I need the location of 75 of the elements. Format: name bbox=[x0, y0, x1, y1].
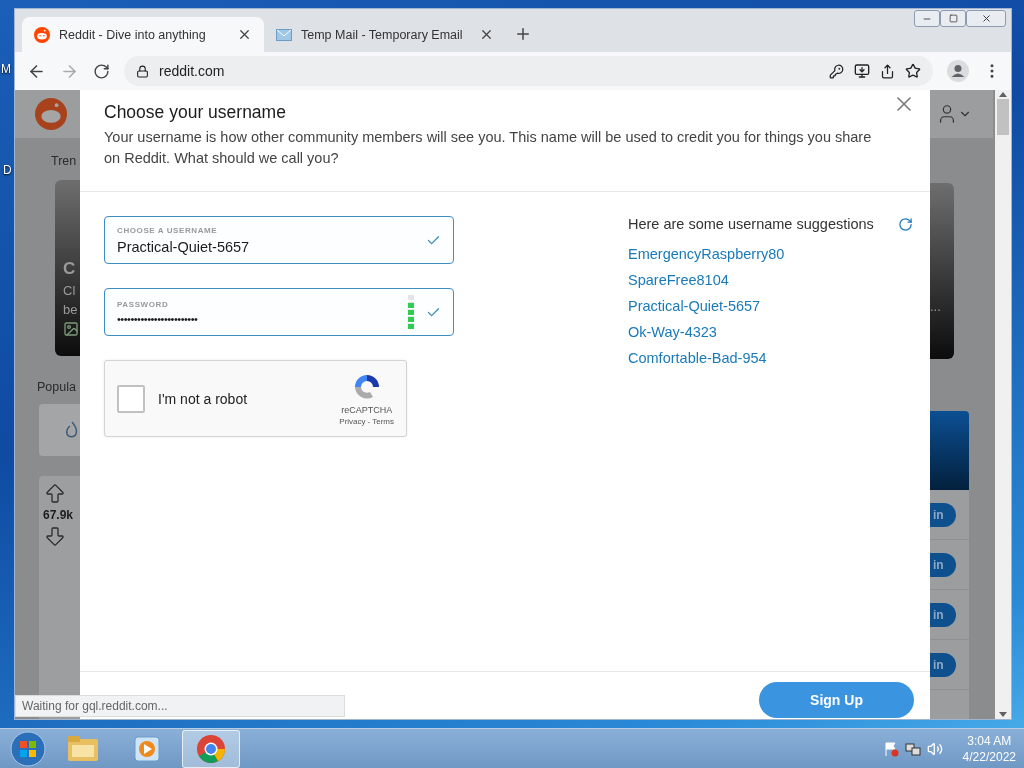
field-label: CHOOSE A USERNAME bbox=[117, 225, 219, 235]
image-icon bbox=[63, 321, 79, 337]
join-button[interactable]: in bbox=[930, 502, 956, 527]
reddit-logo-icon[interactable] bbox=[35, 98, 67, 130]
field-label: PASSWORD bbox=[117, 299, 170, 309]
close-icon bbox=[980, 13, 992, 24]
flag-icon[interactable] bbox=[882, 740, 899, 757]
upvote-icon[interactable] bbox=[43, 482, 67, 506]
refresh-icon[interactable] bbox=[898, 216, 913, 232]
sign-up-button[interactable]: Sign Up bbox=[759, 681, 914, 718]
username-suggestion[interactable]: Ok-Way-4323 bbox=[628, 322, 717, 342]
dialog-description: Your username is how other community members will see you. This name will be used to credit you for things you share on Reddit. What should we call you? bbox=[104, 128, 873, 168]
terms-link[interactable]: Terms bbox=[372, 417, 394, 426]
bookmark-star-icon[interactable] bbox=[905, 63, 921, 79]
scroll-down-icon[interactable] bbox=[999, 712, 1007, 717]
card-text: be bbox=[63, 302, 78, 317]
join-button[interactable]: in bbox=[930, 552, 956, 577]
downvote-icon[interactable] bbox=[43, 524, 67, 548]
folder-icon[interactable] bbox=[67, 734, 99, 763]
browser-tab[interactable]: Temp Mail - Temporary Email bbox=[264, 17, 506, 52]
maximize-icon bbox=[948, 14, 958, 23]
section-heading: Tren bbox=[51, 154, 77, 168]
clock[interactable]: 3:04 AM 4/22/2022 bbox=[962, 732, 1016, 765]
clock-time: 3:04 AM bbox=[967, 732, 1012, 749]
new-tab-icon[interactable] bbox=[514, 25, 532, 43]
username-suggestion[interactable]: EmergencyRaspberry80 bbox=[628, 244, 785, 264]
desktop-icon-label[interactable]: D bbox=[3, 163, 12, 177]
privacy-link[interactable]: Privacy bbox=[339, 417, 366, 426]
media-player-icon[interactable] bbox=[133, 734, 161, 763]
close-window-button[interactable] bbox=[966, 10, 1006, 27]
captcha-checkbox[interactable] bbox=[117, 384, 145, 413]
profile-icon[interactable] bbox=[947, 60, 969, 82]
captcha-label: I'm not a robot bbox=[158, 390, 249, 407]
browser-tab[interactable]: Reddit - Dive into anything bbox=[22, 17, 264, 52]
section-heading: Popula bbox=[37, 380, 76, 394]
captcha-brand: reCAPTCHA bbox=[341, 405, 393, 415]
join-button[interactable]: in bbox=[930, 602, 956, 627]
username-suggestion[interactable]: SpareFree8104 bbox=[628, 270, 729, 290]
close-tab-icon[interactable] bbox=[237, 27, 252, 42]
vote-count: 67.9k bbox=[43, 508, 74, 522]
card-text: Cl bbox=[63, 283, 76, 298]
clock-date: 4/22/2022 bbox=[962, 748, 1016, 765]
scrollbar[interactable] bbox=[995, 90, 1011, 719]
share-icon[interactable] bbox=[880, 63, 895, 79]
suggestions-heading: Here are some username suggestions bbox=[628, 216, 874, 232]
dialog-title: Choose your username bbox=[104, 102, 287, 123]
maximize-button[interactable] bbox=[940, 10, 966, 27]
username-field[interactable]: CHOOSE A USERNAME Practical-Quiet-5657 bbox=[104, 216, 454, 264]
mail-icon bbox=[276, 28, 292, 41]
status-bubble: Waiting for gql.reddit.com... bbox=[15, 695, 345, 717]
join-button[interactable]: in bbox=[930, 652, 956, 677]
minimize-button[interactable] bbox=[914, 10, 940, 27]
username-suggestion[interactable]: Comfortable-Bad-954 bbox=[628, 348, 767, 368]
lock-icon bbox=[136, 64, 149, 78]
install-icon[interactable] bbox=[854, 63, 870, 79]
separator: - bbox=[367, 417, 371, 426]
key-icon[interactable] bbox=[829, 63, 844, 79]
scroll-thumb[interactable] bbox=[997, 99, 1009, 135]
username-suggestion[interactable]: Practical-Quiet-5657 bbox=[628, 296, 761, 316]
field-value: Practical-Quiet-5657 bbox=[117, 238, 251, 255]
network-icon[interactable] bbox=[904, 740, 921, 757]
field-value: •••••••••••••••••••••••• bbox=[117, 312, 199, 325]
close-tab-icon[interactable] bbox=[479, 27, 494, 42]
taskbar-button[interactable] bbox=[182, 729, 240, 768]
reload-icon[interactable] bbox=[93, 62, 110, 80]
card-text: C bbox=[63, 259, 76, 279]
address-bar[interactable]: reddit.com bbox=[124, 56, 933, 86]
start-button[interactable] bbox=[8, 730, 48, 767]
card-text: ... bbox=[930, 298, 941, 314]
chrome-icon[interactable] bbox=[196, 733, 226, 764]
password-field[interactable]: PASSWORD •••••••••••••••••••••••• bbox=[104, 288, 454, 336]
desktop-icon-label[interactable]: M bbox=[1, 62, 11, 76]
scroll-up-icon[interactable] bbox=[999, 92, 1007, 97]
volume-icon[interactable] bbox=[926, 740, 943, 757]
reddit-logo-icon bbox=[34, 26, 50, 43]
